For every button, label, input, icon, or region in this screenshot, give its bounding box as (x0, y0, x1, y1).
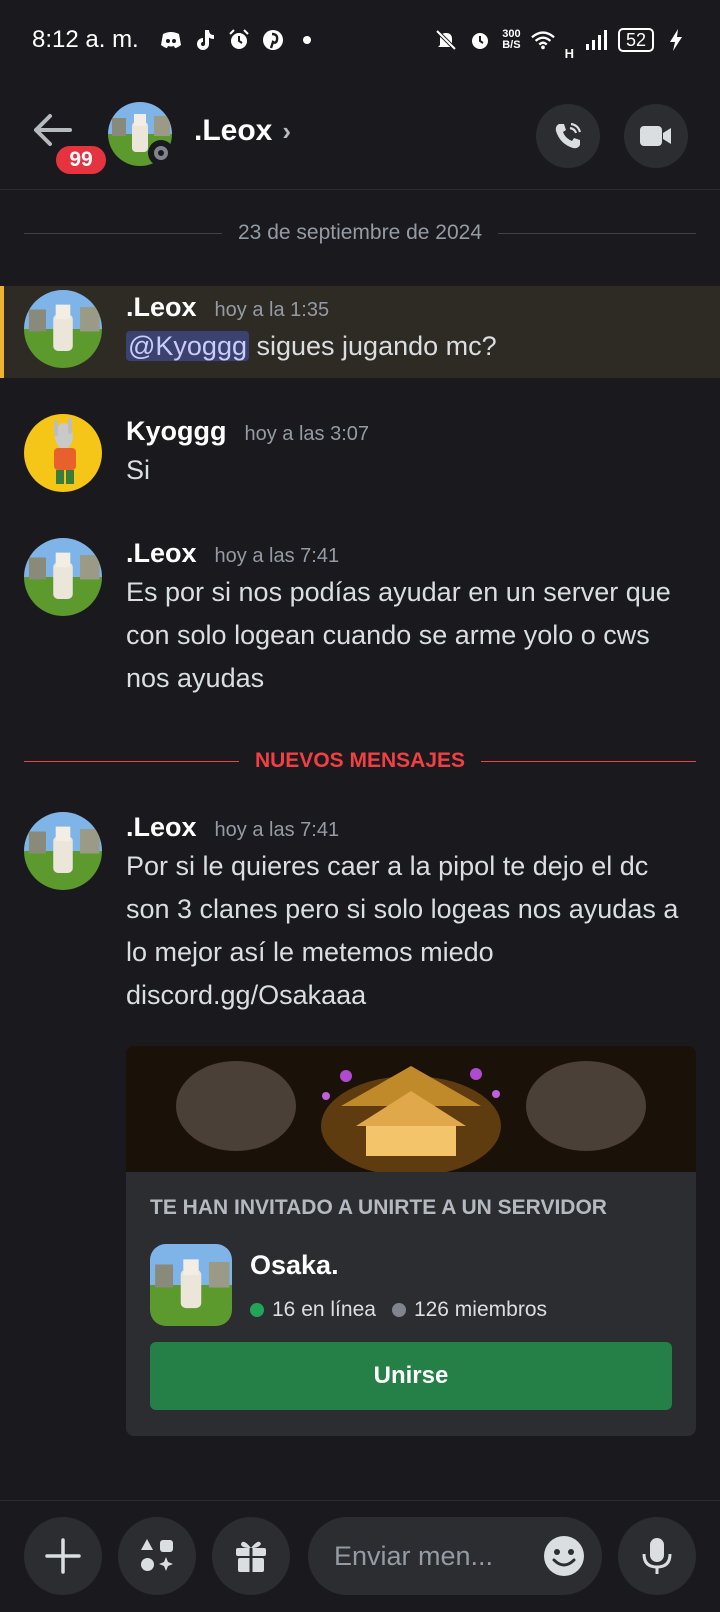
server-stats: 16 en línea 126 miembros (250, 1298, 547, 1322)
message-header: .Leox hoy a las 7:41 (126, 812, 696, 843)
tiktok-notification-icon (193, 28, 217, 52)
online-count: 16 en línea (250, 1298, 376, 1322)
message-text: Es por si nos podías ayudar en un server… (126, 577, 671, 693)
add-attachment-button[interactable] (24, 1517, 102, 1595)
channel-name: .Leox (194, 114, 273, 147)
members-dot-icon (391, 1303, 406, 1317)
invite-banner-image (126, 1046, 696, 1176)
divider-line (481, 760, 696, 762)
message-text: Por si le quieres caer a la pipol te dej… (126, 851, 679, 1010)
discord-notification-icon (159, 28, 183, 52)
message-text: Si (126, 455, 151, 485)
message-header: .Leox hoy a la 1:35 (126, 292, 696, 323)
voice-message-button[interactable] (618, 1517, 696, 1595)
microphone-icon (642, 1538, 672, 1574)
phone-icon (555, 122, 582, 149)
apps-button[interactable] (118, 1517, 196, 1595)
message-input-container (308, 1517, 602, 1595)
message-item[interactable]: .Leox hoy a la 1:35 @Kyoggg sigues jugan… (0, 286, 720, 378)
avatar[interactable] (24, 538, 102, 616)
apps-icon (141, 1539, 173, 1571)
message-author[interactable]: .Leox (126, 812, 197, 843)
user-mention[interactable]: @Kyoggg (126, 331, 249, 361)
alarm-notification-icon (227, 28, 251, 52)
gift-button[interactable] (212, 1517, 290, 1595)
message-input[interactable] (334, 1540, 524, 1572)
channel-header: 99 .Leox › (0, 90, 720, 190)
online-count-label: 16 en línea (272, 1298, 376, 1321)
pinterest-notification-icon (261, 28, 285, 52)
message-item[interactable]: Kyoggg hoy a las 3:07 Si (0, 410, 720, 500)
unread-badge: 99 (52, 142, 110, 178)
emoji-icon (544, 1536, 584, 1576)
date-divider: 23 de septiembre de 2024 (24, 218, 697, 248)
message-text-content: sigues jugando mc? (248, 331, 497, 361)
date-label: 23 de septiembre de 2024 (238, 221, 483, 244)
message-body: Kyoggg hoy a las 3:07 Si (126, 416, 696, 492)
message-body: .Leox hoy a la 1:35 @Kyoggg sigues jugan… (126, 292, 696, 368)
gift-icon (236, 1541, 266, 1572)
avatar[interactable] (24, 290, 102, 368)
new-messages-divider: NUEVOS MENSAJES (24, 746, 696, 776)
divider-line (24, 760, 239, 762)
emoji-picker-button[interactable] (542, 1534, 586, 1578)
message-author[interactable]: .Leox (126, 538, 197, 569)
alarm-icon (468, 28, 492, 52)
plus-icon (45, 1538, 81, 1574)
message-body: .Leox hoy a las 7:41 Es por si nos podía… (126, 538, 696, 700)
wifi-icon (530, 28, 555, 52)
member-count: 126 miembros (391, 1298, 547, 1322)
network-speed: 300 B/S (502, 29, 520, 51)
offline-status-indicator (148, 140, 174, 166)
more-notifications-dot-icon (295, 28, 319, 52)
video-call-button[interactable] (624, 104, 688, 168)
battery-indicator: 52 (617, 28, 654, 52)
avatar[interactable] (24, 812, 102, 890)
voice-call-button[interactable] (536, 104, 600, 168)
charging-icon (664, 28, 688, 52)
message-header: Kyoggg hoy a las 3:07 (126, 416, 696, 447)
battery-level: 52 (625, 29, 646, 50)
divider-line (24, 232, 222, 234)
signal-type: H (564, 45, 574, 61)
message-timestamp: hoy a la 1:35 (214, 299, 330, 321)
join-server-button[interactable]: Unirse (150, 1342, 672, 1410)
message-body: .Leox hoy a las 7:41 Por si le quieres c… (126, 812, 696, 1017)
message-timestamp: hoy a las 7:41 (214, 545, 340, 567)
divider-line (498, 232, 697, 234)
message-author[interactable]: Kyoggg (126, 416, 227, 447)
server-name: Osaka. (250, 1250, 339, 1280)
message-item[interactable]: .Leox hoy a las 7:41 Es por si nos podía… (0, 536, 720, 712)
message-author[interactable]: .Leox (126, 292, 197, 323)
message-text: @Kyoggg sigues jugando mc? (126, 325, 696, 368)
online-dot-icon (250, 1303, 264, 1317)
status-left: 8:12 a. m. (32, 26, 319, 54)
status-time: 8:12 a. m. (32, 26, 139, 53)
status-right: 300 B/S H 52 (434, 20, 688, 61)
server-invite-card: TE HAN INVITADO A UNIRTE A UN SERVIDOR O… (126, 1046, 696, 1436)
message-header: .Leox hoy a las 7:41 (126, 538, 696, 569)
member-count-label: 126 miembros (413, 1298, 547, 1321)
status-bar: 8:12 a. m. 300 B/S H 52 (0, 0, 720, 80)
network-speed-unit: B/S (502, 39, 521, 51)
avatar[interactable] (24, 414, 102, 492)
chevron-right-icon: › (282, 115, 292, 146)
invite-heading: TE HAN INVITADO A UNIRTE A UN SERVIDOR (150, 1196, 607, 1219)
message-composer-bar (0, 1500, 720, 1612)
channel-title[interactable]: .Leox › (194, 114, 291, 148)
cell-signal-icon (584, 28, 608, 52)
new-messages-label: NUEVOS MENSAJES (254, 749, 466, 772)
muted-bell-icon (434, 28, 458, 52)
server-icon (150, 1244, 232, 1326)
video-camera-icon (640, 126, 671, 146)
message-timestamp: hoy a las 3:07 (244, 423, 370, 445)
message-item[interactable]: .Leox hoy a las 7:41 Por si le quieres c… (0, 810, 720, 1038)
message-timestamp: hoy a las 7:41 (214, 819, 340, 841)
